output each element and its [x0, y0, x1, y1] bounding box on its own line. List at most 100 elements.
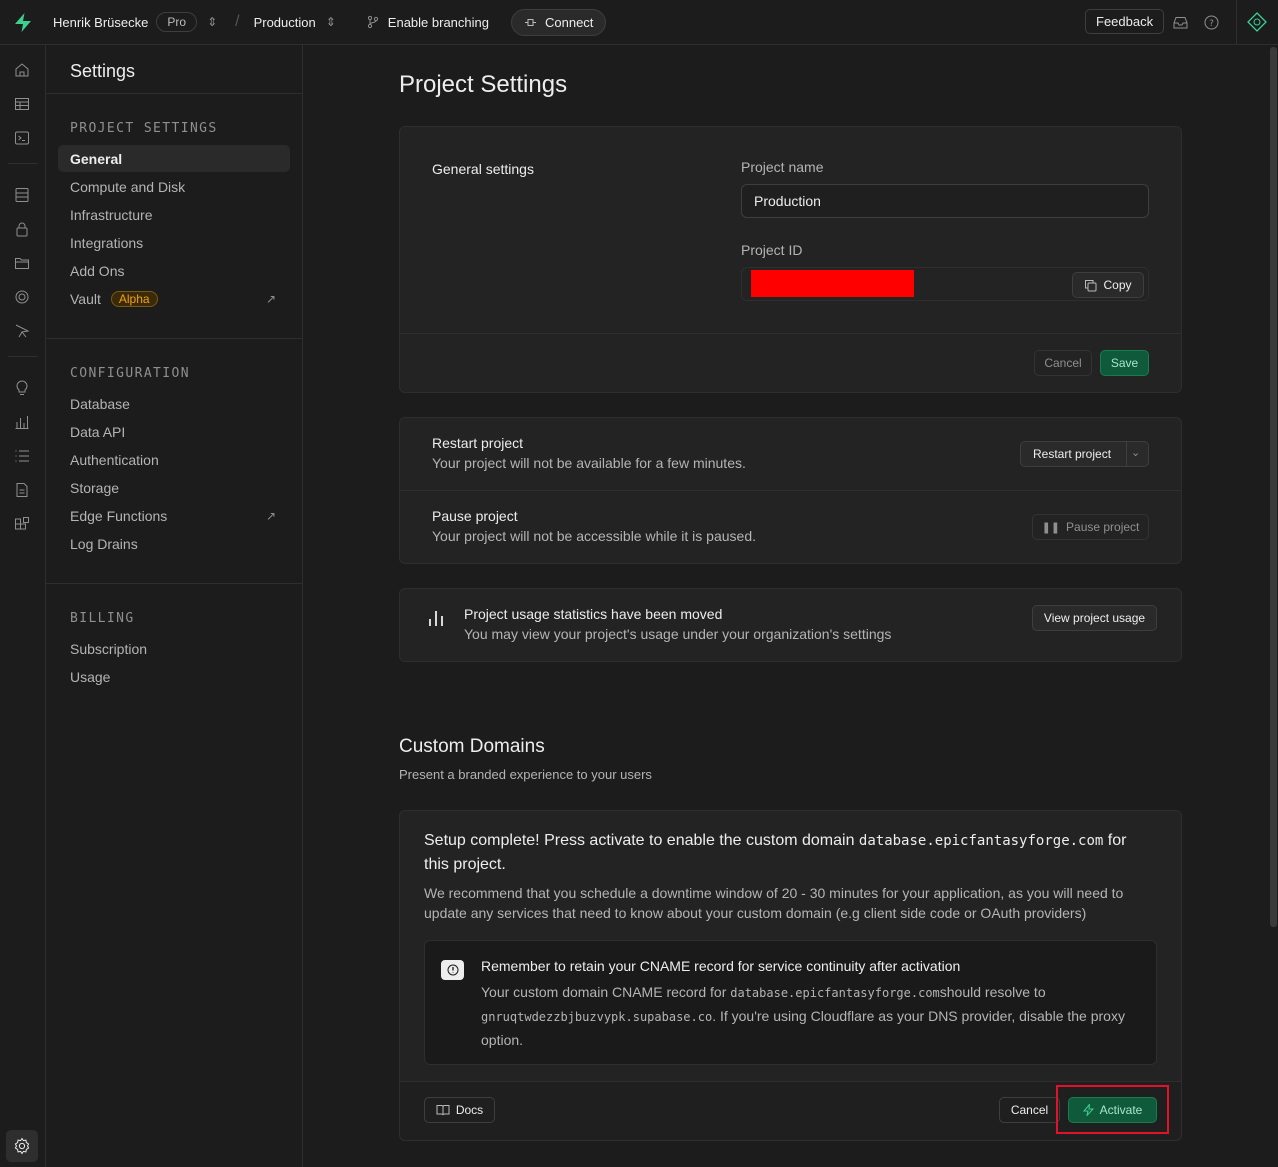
menu-item-subscription[interactable]: Subscription	[58, 635, 290, 662]
help-icon[interactable]: ?	[1202, 13, 1220, 31]
auth-lock-icon[interactable]	[12, 219, 32, 239]
restart-project-button[interactable]: Restart project ⌄	[1020, 441, 1149, 467]
domain-cancel-button[interactable]: Cancel	[999, 1097, 1060, 1123]
edge-functions-icon[interactable]	[12, 321, 32, 341]
menu-divider	[46, 583, 302, 584]
docs-label: Docs	[455, 1103, 484, 1117]
chevron-down-icon[interactable]: ⌄	[1131, 446, 1140, 459]
nav-rail	[0, 45, 46, 1167]
sql-editor-icon[interactable]	[12, 128, 32, 148]
restart-desc: Your project will not be available for a…	[432, 455, 746, 471]
restart-title: Restart project	[432, 435, 524, 451]
menu-item-infrastructure[interactable]: Infrastructure	[58, 201, 290, 228]
table-editor-icon[interactable]	[12, 94, 32, 114]
setup-complete-message: Setup complete! Press activate to enable…	[424, 829, 1154, 877]
advisors-bulb-icon[interactable]	[12, 378, 32, 398]
project-name[interactable]: Production	[254, 15, 316, 30]
pause-icon: ❚❚	[1041, 521, 1061, 534]
project-id-label: Project ID	[741, 242, 803, 258]
menu-item-data-api[interactable]: Data API	[58, 418, 290, 445]
page-title: Project Settings	[399, 71, 568, 98]
menu-item-edge-functions[interactable]: Edge Functions ↗	[58, 502, 290, 529]
settings-menu: Settings PROJECT SETTINGS General Comput…	[46, 45, 303, 1167]
view-project-usage-button[interactable]: View project usage	[1032, 605, 1157, 631]
project-name-label: Project name	[741, 159, 824, 175]
menu-item-vault-label: Vault	[70, 290, 101, 307]
restart-project-label: Restart project	[1033, 447, 1112, 461]
alert-domain: database.epicfantasyforge.com	[730, 986, 940, 1000]
copy-button[interactable]: Copy	[1072, 272, 1144, 298]
pause-desc: Your project will not be accessible whil…	[432, 528, 756, 544]
menu-item-add-ons[interactable]: Add Ons	[58, 257, 290, 284]
cancel-button[interactable]: Cancel	[1034, 350, 1092, 376]
activate-button[interactable]: Activate	[1068, 1097, 1157, 1123]
project-switcher-icon[interactable]: ⇕	[326, 15, 336, 29]
menu-divider	[46, 93, 302, 94]
enable-branching-button[interactable]: Enable branching	[366, 15, 489, 30]
connect-button[interactable]: Connect	[511, 8, 607, 36]
external-link-icon: ↗	[265, 508, 276, 523]
pause-project-label: Pause project	[1066, 520, 1140, 534]
main-content: Project Settings General settings Projec…	[303, 45, 1278, 1167]
top-bar: Henrik Brüsecke Pro ⇕ / Production ⇕ Ena…	[0, 0, 1278, 45]
menu-item-general[interactable]: General	[58, 145, 290, 172]
menu-item-integrations[interactable]: Integrations	[58, 229, 290, 256]
docs-button[interactable]: Docs	[424, 1097, 495, 1123]
enable-branching-label: Enable branching	[387, 14, 489, 30]
cname-target: gnruqtwdezzbjbuzvypk.supabase.co	[481, 1010, 713, 1024]
connect-label: Connect	[545, 14, 594, 30]
custom-domain-card: Setup complete! Press activate to enable…	[399, 810, 1182, 1141]
activate-label: Activate	[1099, 1103, 1143, 1117]
section-project-settings: PROJECT SETTINGS	[70, 121, 218, 136]
svg-text:?: ?	[1209, 19, 1214, 29]
save-button[interactable]: Save	[1100, 350, 1149, 376]
menu-item-authentication[interactable]: Authentication	[58, 446, 290, 473]
storage-folder-icon[interactable]	[12, 253, 32, 273]
org-switcher-icon[interactable]: ⇕	[207, 15, 217, 29]
project-name-input[interactable]: Production	[741, 184, 1149, 218]
realtime-icon[interactable]	[12, 287, 32, 307]
menu-item-vault[interactable]: Vault Alpha ↗	[58, 285, 290, 312]
bar-chart-icon	[428, 609, 444, 630]
external-link-icon: ↗	[265, 291, 276, 306]
downtime-recommendation: We recommend that you schedule a downtim…	[424, 885, 1124, 921]
setup-text-pre: Setup complete! Press activate to enable…	[424, 832, 859, 849]
alpha-badge: Alpha	[110, 290, 158, 307]
card-divider	[400, 333, 1181, 334]
api-docs-icon[interactable]	[12, 480, 32, 500]
section-billing: BILLING	[70, 611, 135, 626]
general-settings-heading: General settings	[432, 161, 534, 177]
menu-divider	[46, 338, 302, 339]
integrations-blocks-icon[interactable]	[12, 514, 32, 534]
menu-item-usage[interactable]: Usage	[58, 663, 290, 690]
org-name[interactable]: Henrik Brüsecke	[53, 15, 148, 30]
general-settings-card: General settings Project name Production…	[399, 126, 1182, 393]
main-scrollbar[interactable]	[1270, 47, 1277, 927]
feedback-button[interactable]: Feedback	[1085, 9, 1165, 34]
redacted-project-id	[751, 270, 914, 297]
rail-divider	[8, 163, 38, 164]
section-configuration: CONFIGURATION	[70, 366, 190, 381]
alert-body: Your custom domain CNAME record for data…	[481, 981, 1141, 1052]
logs-list-icon[interactable]	[12, 446, 32, 466]
assistant-icon[interactable]	[1246, 11, 1268, 33]
reports-chart-icon[interactable]	[12, 412, 32, 432]
settings-gear-icon[interactable]	[6, 1130, 38, 1162]
branch-icon	[367, 15, 378, 29]
menu-item-log-drains[interactable]: Log Drains	[58, 530, 290, 557]
usage-title: Project usage statistics have been moved	[464, 606, 723, 622]
menu-item-edge-functions-label: Edge Functions	[70, 507, 168, 524]
project-actions-card: Restart project Your project will not be…	[399, 417, 1182, 564]
home-icon[interactable]	[12, 60, 32, 80]
menu-item-compute-and-disk[interactable]: Compute and Disk	[58, 173, 290, 200]
menu-title: Settings	[70, 61, 136, 81]
menu-item-database[interactable]: Database	[58, 390, 290, 417]
rail-divider	[8, 356, 38, 357]
alert-text-mid: should resolve to	[939, 984, 1046, 1000]
menu-item-storage[interactable]: Storage	[58, 474, 290, 501]
database-icon[interactable]	[12, 185, 32, 205]
supabase-logo-icon[interactable]	[0, 0, 45, 44]
custom-domains-title: Custom Domains	[399, 736, 545, 757]
pause-project-button[interactable]: ❚❚ Pause project	[1032, 514, 1149, 540]
inbox-icon[interactable]	[1171, 13, 1189, 31]
